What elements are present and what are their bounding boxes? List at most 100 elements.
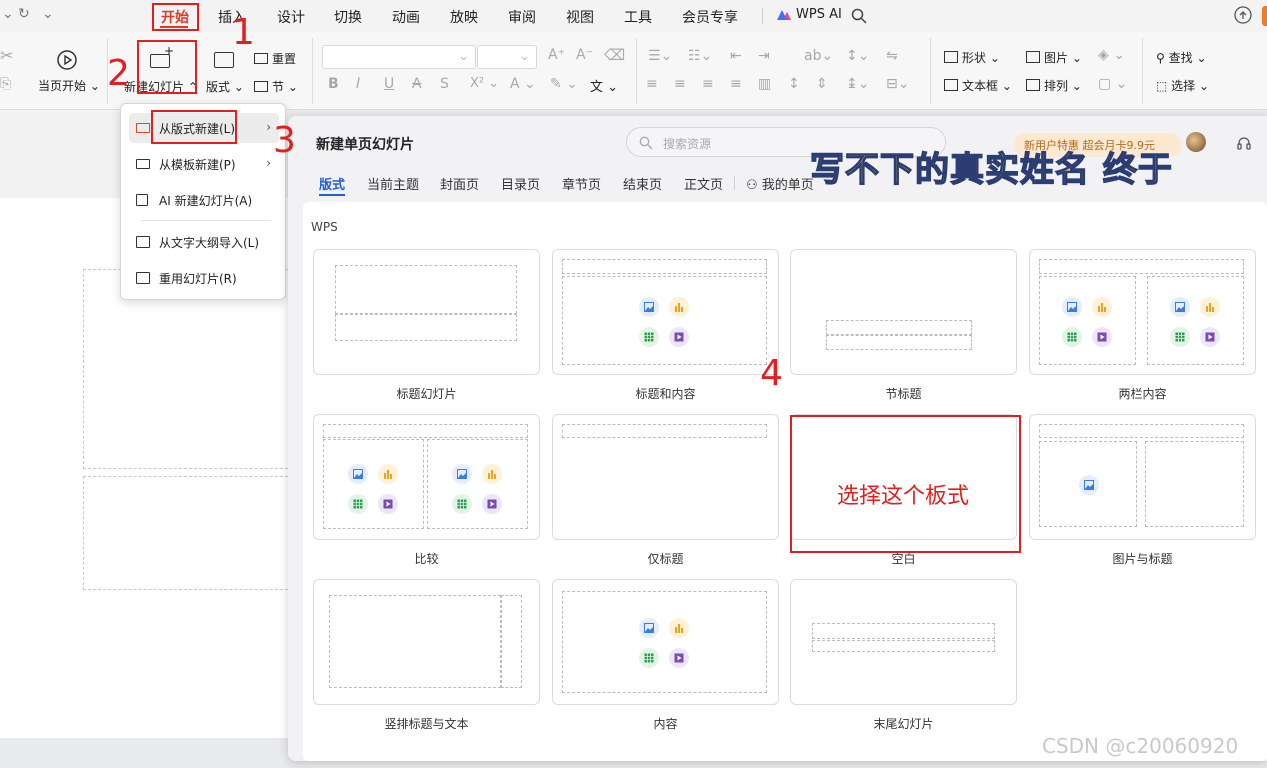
corner-badge[interactable] bbox=[1262, 6, 1267, 26]
shape-button[interactable]: 形状 ⌄ bbox=[944, 49, 1000, 66]
superscript-icon[interactable]: X² ⌄ bbox=[470, 76, 499, 91]
content-placeholder bbox=[562, 591, 767, 693]
font-size-select[interactable]: ⌄ bbox=[477, 45, 537, 69]
tab-transition[interactable]: 切换 bbox=[334, 7, 362, 27]
cloud-upload-icon[interactable] bbox=[1234, 6, 1252, 24]
headset-support-icon[interactable] bbox=[1236, 136, 1252, 152]
italic-icon[interactable]: I bbox=[356, 76, 360, 92]
search-icon[interactable] bbox=[851, 8, 867, 24]
layout-card-section-header[interactable] bbox=[790, 249, 1017, 375]
text-shadow-icon[interactable]: S bbox=[440, 76, 449, 92]
cut-icon[interactable]: ✂ bbox=[0, 46, 13, 65]
tab-toc[interactable]: 目录页 bbox=[501, 174, 540, 193]
textbox-button[interactable]: 文本框 ⌄ bbox=[944, 77, 1012, 94]
text-placeholder bbox=[812, 640, 995, 652]
tab-review[interactable]: 审阅 bbox=[508, 7, 536, 27]
tab-layout[interactable]: 版式 bbox=[319, 174, 345, 193]
fill-icon[interactable]: ◈ ⌄ bbox=[1098, 47, 1125, 63]
quick-access-more-icon[interactable]: ⌄ bbox=[42, 6, 54, 22]
text-direction-icon[interactable]: ab⌄ bbox=[804, 48, 833, 64]
align-right-icon[interactable]: ≡ bbox=[702, 76, 714, 92]
undo-arrow-icon[interactable]: ⌄ bbox=[2, 6, 14, 22]
wps-ai-button[interactable]: WPS AI bbox=[776, 7, 842, 22]
from-current-slide-button[interactable]: 当页开始 ⌄ bbox=[38, 77, 100, 94]
decrease-indent-icon[interactable]: ⇤ bbox=[730, 48, 742, 64]
sort-icon[interactable]: ↕⌄ bbox=[846, 48, 869, 64]
bold-icon[interactable]: B bbox=[328, 76, 339, 92]
menu-item-reuse-slides[interactable]: 重用幻灯片(R) bbox=[129, 263, 279, 293]
align-center-icon[interactable]: ≡ bbox=[674, 76, 686, 92]
arrange-button[interactable]: 排列 ⌄ bbox=[1026, 77, 1082, 94]
font-family-select[interactable]: ⌄ bbox=[322, 45, 476, 69]
subtitle-placeholder[interactable] bbox=[83, 476, 303, 590]
layout-button[interactable]: 版式 ⌄ bbox=[206, 78, 244, 95]
layout-card-content[interactable] bbox=[552, 579, 779, 705]
increase-indent-icon[interactable]: ⇥ bbox=[758, 48, 770, 64]
ai-slide-icon bbox=[135, 192, 151, 208]
title-placeholder bbox=[826, 320, 972, 335]
chart-icon bbox=[378, 464, 398, 484]
tab-body[interactable]: 正文页 bbox=[684, 174, 723, 193]
columns-icon[interactable]: ⊟⌄ bbox=[886, 76, 909, 92]
find-button[interactable]: ⚲ 查找 ⌄ bbox=[1156, 49, 1207, 66]
table-icon bbox=[639, 648, 659, 668]
tab-tools[interactable]: 工具 bbox=[624, 7, 652, 27]
align-left-icon[interactable]: ≡ bbox=[646, 76, 658, 92]
layout-card-two-content[interactable] bbox=[1029, 249, 1256, 375]
layout-card-title-content[interactable] bbox=[552, 249, 779, 375]
tab-slideshow[interactable]: 放映 bbox=[450, 7, 478, 27]
justify-icon[interactable]: ≡ bbox=[730, 76, 742, 92]
play-from-current-icon bbox=[57, 50, 77, 70]
tab-my-slides[interactable]: ⚇ 我的单页 bbox=[746, 174, 814, 193]
strikethrough-icon[interactable]: A bbox=[412, 76, 422, 92]
chevron-right-icon: › bbox=[266, 120, 271, 134]
vertical-align-icon[interactable]: ↨⌄ bbox=[846, 76, 869, 92]
menu-item-ai-new-slide[interactable]: AI 新建幻灯片(A) bbox=[129, 185, 279, 215]
picture-button[interactable]: 图片 ⌄ bbox=[1026, 49, 1082, 66]
distribute-icon[interactable]: ▥ bbox=[758, 76, 771, 92]
layout-label: 节标题 bbox=[885, 387, 922, 401]
layout-card-comparison[interactable] bbox=[313, 414, 540, 540]
vertical-title-placeholder bbox=[501, 595, 522, 688]
highlight-icon[interactable]: ✎ ⌄ bbox=[550, 76, 578, 92]
avatar[interactable] bbox=[1186, 132, 1206, 152]
layout-card-closing[interactable] bbox=[790, 579, 1017, 705]
tab-membership[interactable]: 会员专享 bbox=[682, 7, 738, 27]
tab-current-theme[interactable]: 当前主题 bbox=[367, 174, 419, 193]
tab-cover[interactable]: 封面页 bbox=[440, 174, 479, 193]
section-button[interactable]: 节 ⌄ bbox=[254, 78, 298, 95]
layout-card-vertical-title-text[interactable] bbox=[313, 579, 540, 705]
reset-button[interactable]: 重置 bbox=[254, 50, 296, 67]
phonetic-icon[interactable]: 文 ⌄ bbox=[590, 76, 618, 95]
layout-label: 仅标题 bbox=[647, 552, 684, 566]
font-shrink-icon[interactable]: A⁻ bbox=[576, 47, 593, 63]
layout-card-title-slide[interactable] bbox=[313, 249, 540, 375]
tab-design[interactable]: 设计 bbox=[277, 7, 305, 27]
paragraph-spacing-icon[interactable]: ⇕ bbox=[816, 76, 828, 92]
numbered-list-icon[interactable]: ☷⌄ bbox=[688, 48, 712, 64]
bullet-list-icon[interactable]: ☰⌄ bbox=[648, 48, 672, 64]
tab-chapter[interactable]: 章节页 bbox=[562, 174, 601, 193]
select-label: 选择 bbox=[1171, 79, 1196, 93]
layout-label: 两栏内容 bbox=[1118, 387, 1167, 401]
tab-animation[interactable]: 动画 bbox=[392, 7, 420, 27]
convert-icon[interactable]: ⇋ bbox=[886, 48, 898, 64]
layout-card-picture-caption[interactable] bbox=[1029, 414, 1256, 540]
font-grow-icon[interactable]: A⁺ bbox=[548, 47, 565, 63]
underline-icon[interactable]: U bbox=[384, 76, 394, 92]
line-spacing-icon[interactable]: ↕ bbox=[788, 76, 800, 92]
clear-format-icon[interactable]: ⌫ bbox=[604, 46, 625, 64]
copy-icon[interactable]: ⎘ bbox=[0, 76, 11, 92]
tab-view[interactable]: 视图 bbox=[566, 7, 594, 27]
menu-item-from-template[interactable]: 从模板新建(P) › bbox=[129, 149, 279, 179]
redo-icon[interactable]: ↻ bbox=[18, 6, 30, 22]
table-icon bbox=[452, 494, 472, 514]
menu-item-import-outline[interactable]: 从文字大纲导入(L) bbox=[129, 227, 279, 257]
font-color-icon[interactable]: A ⌄ bbox=[510, 76, 536, 92]
table-icon bbox=[348, 494, 368, 514]
layout-card-title-only[interactable] bbox=[552, 414, 779, 540]
outline-icon[interactable]: ▢ ⌄ bbox=[1098, 76, 1127, 92]
search-icon bbox=[639, 136, 653, 150]
select-button[interactable]: ⬚ 选择 ⌄ bbox=[1156, 77, 1209, 94]
tab-ending[interactable]: 结束页 bbox=[623, 174, 662, 193]
